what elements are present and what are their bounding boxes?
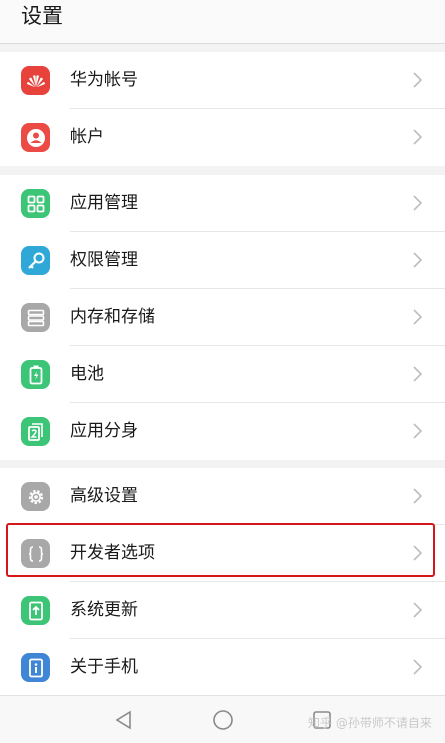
chevron-right-icon [413,488,423,504]
settings-group-system: 高级设置 开发者选项 系统更新 关于手机 [0,468,445,696]
settings-item-memory-storage[interactable]: 内存和存储 [0,289,445,346]
settings-item-label: 应用管理 [70,193,138,213]
settings-item-label: 帐户 [70,127,104,147]
apps-grid-icon [21,189,50,218]
settings-item-account[interactable]: 帐户 [0,109,445,166]
settings-item-label: 高级设置 [70,486,138,506]
home-circle-icon[interactable] [211,708,235,732]
settings-item-app-twin[interactable]: 应用分身 [0,403,445,460]
developer-options-highlight-box [6,523,435,577]
settings-item-advanced-settings[interactable]: 高级设置 [0,468,445,525]
settings-item-battery[interactable]: 电池 [0,346,445,403]
settings-item-huawei-account[interactable]: 华为帐号 [0,52,445,109]
chevron-right-icon [413,252,423,268]
huawei-logo-icon [21,66,50,95]
chevron-right-icon [413,602,423,618]
chevron-right-icon [413,423,423,439]
chevron-right-icon [413,659,423,675]
settings-item-system-update[interactable]: 系统更新 [0,582,445,639]
storage-icon [21,303,50,332]
settings-group-apps: 应用管理 权限管理 内存和存储 电池 应用分身 [0,175,445,460]
chevron-right-icon [413,72,423,88]
settings-item-label: 系统更新 [70,600,138,620]
chevron-right-icon [413,366,423,382]
system-update-icon [21,596,50,625]
chevron-right-icon [413,129,423,145]
key-icon [21,246,50,275]
settings-item-label: 关于手机 [70,657,138,677]
user-account-icon [21,123,50,152]
chevron-right-icon [413,309,423,325]
gear-icon [21,482,50,511]
settings-item-label: 华为帐号 [70,70,138,90]
back-triangle-icon[interactable] [112,708,136,732]
chevron-right-icon [413,195,423,211]
settings-item-label: 电池 [70,364,104,384]
top-bar: 设置 [0,0,445,44]
settings-item-label: 内存和存储 [70,307,155,327]
page-title: 设置 [21,4,63,28]
battery-icon [21,360,50,389]
watermark-text: 知乎 @孙带师不请自来 [308,716,432,730]
settings-item-permissions[interactable]: 权限管理 [0,232,445,289]
settings-item-app-management[interactable]: 应用管理 [0,175,445,232]
app-twin-icon [21,417,50,446]
settings-item-label: 权限管理 [70,250,138,270]
info-icon [21,653,50,682]
settings-item-label: 应用分身 [70,421,138,441]
settings-item-about-phone[interactable]: 关于手机 [0,639,445,696]
settings-group-account: 华为帐号 帐户 [0,52,445,166]
